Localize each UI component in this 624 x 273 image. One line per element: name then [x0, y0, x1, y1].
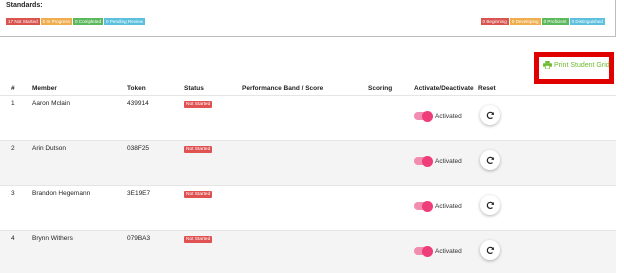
- toggle-knob: [422, 155, 433, 167]
- badge-distinguished: 0 Distinguished: [569, 18, 605, 25]
- row-number: 1: [11, 100, 15, 107]
- toggle-label: Activated: [435, 203, 462, 210]
- table-row: 3 Brandon Hegemann 3E19E7 Not Started Ac…: [0, 186, 616, 231]
- col-activate: Activate/Deactivate: [414, 85, 474, 92]
- token: 439914: [127, 100, 149, 107]
- toggle-knob: [422, 110, 433, 122]
- row-number: 4: [11, 235, 15, 242]
- col-performance: Performance Band / Score: [242, 85, 324, 92]
- toggle-label: Activated: [435, 113, 462, 120]
- activate-toggle[interactable]: [414, 155, 433, 167]
- activate-toggle[interactable]: [414, 200, 433, 212]
- member-name: Brandon Hegemann: [32, 190, 91, 197]
- status-badge: Not Started: [184, 101, 213, 108]
- badge-in-progress: 0 In Progress: [40, 18, 72, 25]
- level-summary-badges: 0 Beginning 0 Developing 0 Proficient 0 …: [480, 18, 605, 25]
- reset-button[interactable]: [480, 150, 500, 170]
- token: 3E19E7: [127, 190, 151, 197]
- member-name: Arin Dutson: [32, 145, 66, 152]
- row-number: 3: [11, 190, 15, 197]
- toggle-knob: [422, 245, 433, 257]
- activate-toggle[interactable]: [414, 110, 433, 122]
- print-student-grid-link[interactable]: Print Student Grid: [543, 61, 610, 70]
- refresh-icon: [486, 201, 494, 209]
- member-name: Aaron Mclain: [32, 100, 70, 107]
- col-number: #: [11, 85, 15, 92]
- col-token: Token: [127, 85, 146, 92]
- status-summary-badges: 17 Not Started 0 In Progress 0 Completed…: [6, 18, 146, 25]
- table-header: # Member Token Status Performance Band /…: [0, 80, 616, 96]
- toggle-label: Activated: [435, 248, 462, 255]
- refresh-icon: [486, 246, 494, 254]
- printer-icon: [543, 61, 552, 70]
- table-row: 2 Arin Dutson 038F25 Not Started Activat…: [0, 141, 616, 186]
- token: 079BA3: [127, 235, 151, 242]
- refresh-icon: [486, 111, 494, 119]
- member-name: Brynn Withers: [32, 235, 73, 242]
- col-reset: Reset: [478, 85, 496, 92]
- standards-panel: Standards: 17 Not Started 0 In Progress …: [0, 0, 616, 37]
- badge-beginning: 0 Beginning: [480, 18, 509, 25]
- table-row: 1 Aaron Mclain 439914 Not Started Activa…: [0, 96, 616, 141]
- refresh-icon: [486, 156, 494, 164]
- toggle-label: Activated: [435, 158, 462, 165]
- status-badge: Not Started: [184, 191, 213, 198]
- token: 038F25: [127, 145, 150, 152]
- badge-completed: 0 Completed: [72, 18, 103, 25]
- activate-toggle[interactable]: [414, 245, 433, 257]
- badge-developing: 0 Developing: [509, 18, 541, 25]
- col-scoring: Scoring: [368, 85, 393, 92]
- reset-button[interactable]: [480, 240, 500, 260]
- toggle-knob: [422, 200, 433, 212]
- status-badge: Not Started: [184, 236, 213, 243]
- badge-pending-review: 0 Pending Review: [104, 18, 146, 25]
- col-member: Member: [32, 85, 57, 92]
- standards-title: Standards:: [6, 2, 43, 9]
- badge-not-started: 17 Not Started: [6, 18, 40, 25]
- print-label: Print Student Grid: [554, 61, 610, 69]
- status-badge: Not Started: [184, 146, 213, 153]
- table-row: 4 Brynn Withers 079BA3 Not Started Activ…: [0, 231, 616, 273]
- col-status: Status: [184, 85, 204, 92]
- badge-proficient: 0 Proficient: [541, 18, 569, 25]
- row-number: 2: [11, 145, 15, 152]
- reset-button[interactable]: [480, 195, 500, 215]
- reset-button[interactable]: [480, 105, 500, 125]
